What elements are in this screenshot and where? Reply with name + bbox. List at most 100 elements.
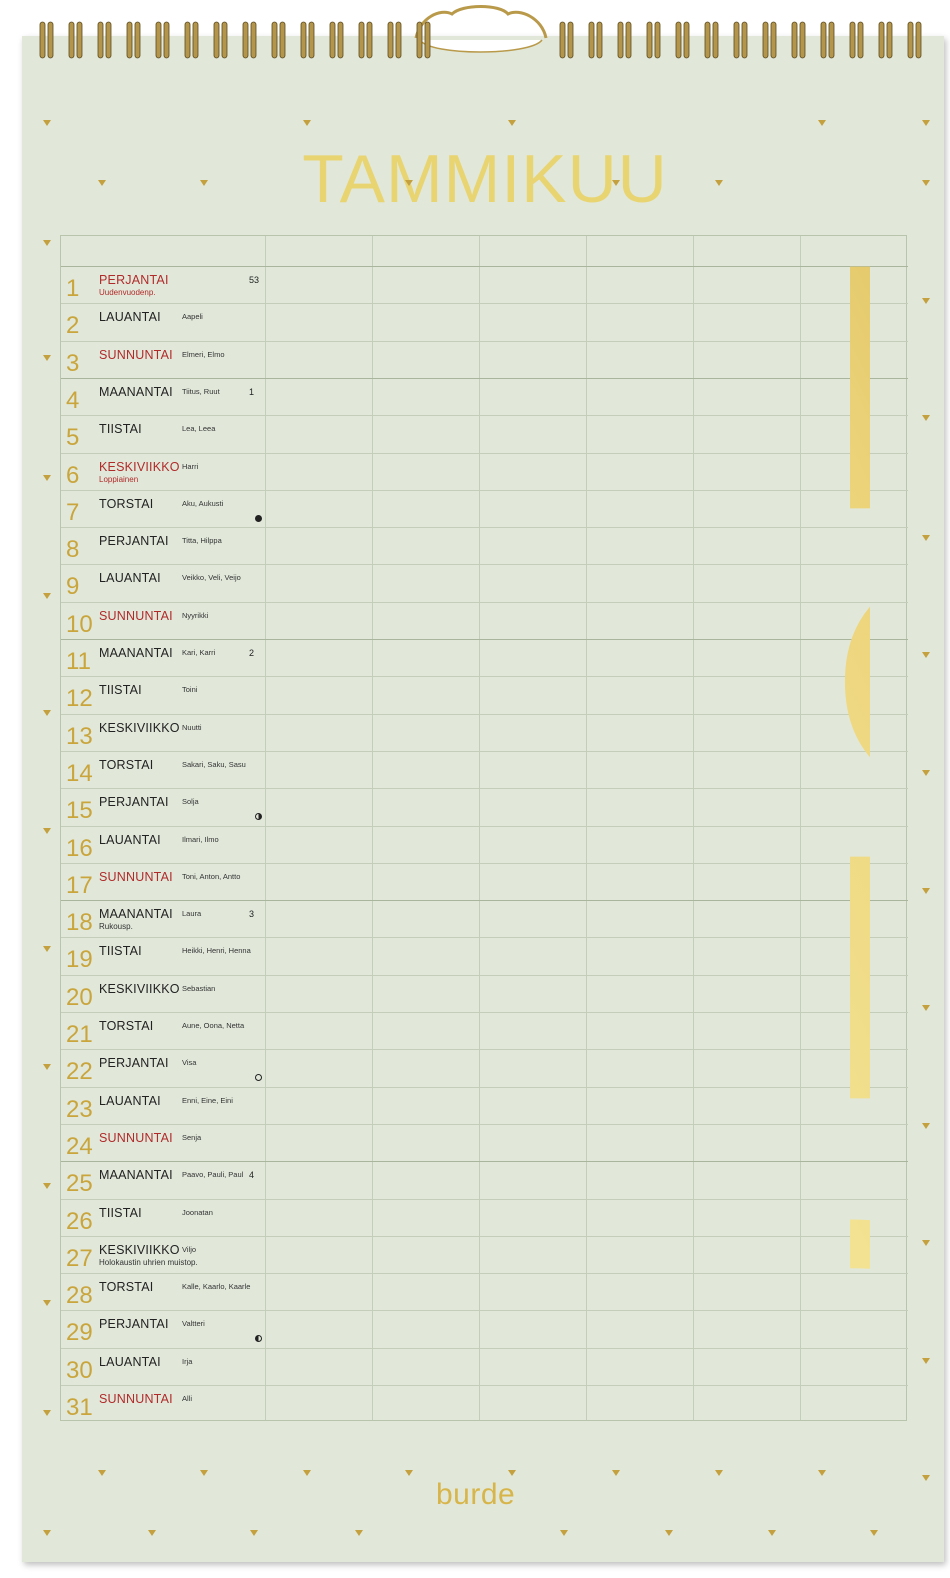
- weekday-label: KESKIVIIKKO: [99, 981, 180, 996]
- triangle-marker: [870, 1530, 878, 1536]
- triangle-marker: [560, 1530, 568, 1536]
- week-number: 4: [249, 1170, 255, 1181]
- name-day-label: Nyyrikki: [182, 610, 209, 620]
- weekday-label: TORSTAI: [99, 757, 154, 772]
- week-number: 2: [249, 648, 255, 658]
- weekday-label: LAUANTAI: [99, 571, 161, 586]
- name-day-label: Viljo: [182, 1244, 197, 1254]
- week-number: 3: [249, 909, 255, 920]
- weekday-label: PERJANTAI: [99, 534, 169, 549]
- day-row: 7 TORSTAI Aku, Aukusti: [61, 489, 908, 527]
- day-number: 4: [66, 386, 80, 414]
- weekday-label: KESKIVIIKKO: [99, 720, 180, 735]
- weekday-label: LAUANTAI: [99, 310, 161, 325]
- weekday-label: SUNNUNTAI: [99, 608, 173, 623]
- weekday-label: PERJANTAI: [99, 273, 169, 287]
- weekday-label: LAUANTAI: [99, 1093, 161, 1108]
- triangle-marker: [922, 1358, 930, 1364]
- triangle-marker: [43, 1183, 51, 1189]
- weekday-label: TORSTAI: [99, 496, 154, 511]
- triangle-marker: [148, 1530, 156, 1536]
- triangle-marker: [405, 180, 413, 186]
- day-row: 5 TIISTAI Lea, Leea: [61, 415, 908, 452]
- day-row: 31 SUNNUNTAI Alli: [61, 1385, 908, 1422]
- day-row: 6 KESKIVIIKKO Loppiainen Harri: [61, 452, 908, 490]
- triangle-marker: [922, 535, 930, 541]
- triangle-marker: [508, 1470, 516, 1476]
- day-number: 3: [66, 349, 80, 377]
- day-number: 29: [66, 1319, 93, 1347]
- triangle-marker: [922, 415, 930, 421]
- day-number: 22: [66, 1058, 93, 1086]
- calendar-grid: 1 PERJANTAI Uudenvuodenp. 53 2 LAUANTAI Aapeli…: [60, 235, 908, 1422]
- day-row: 10 SUNNUNTAI Nyyrikki: [61, 601, 908, 639]
- day-row: 22 PERJANTAI Visa: [61, 1049, 908, 1086]
- weekday-label: MAANANTAI: [99, 907, 173, 922]
- triangle-marker: [43, 475, 51, 481]
- triangle-marker: [200, 1470, 208, 1476]
- name-day-label: Kari, Karri: [182, 648, 216, 657]
- name-day-label: Harri: [182, 461, 199, 471]
- day-number: 16: [66, 834, 93, 862]
- triangle-marker: [355, 1530, 363, 1536]
- day-row: 24 SUNNUNTAI Senja: [61, 1123, 908, 1161]
- day-row: 19 TIISTAI Heikki, Henri, Henna: [61, 937, 908, 974]
- day-number: 5: [66, 424, 80, 452]
- triangle-marker: [922, 888, 930, 894]
- triangle-marker: [43, 355, 51, 361]
- triangle-marker: [98, 1470, 106, 1476]
- triangle-marker: [43, 828, 51, 834]
- triangle-marker: [43, 240, 51, 246]
- triangle-marker: [818, 120, 826, 126]
- triangle-marker: [612, 180, 620, 186]
- day-number: 13: [66, 722, 93, 750]
- day-row: 3 SUNNUNTAI Elmeri, Elmo: [61, 340, 908, 378]
- name-day-label: Irja: [182, 1356, 193, 1366]
- weekday-label: KESKIVIIKKO: [99, 459, 180, 474]
- day-row: 4 MAANANTAI Tiitus, Ruut 1: [61, 377, 908, 415]
- hanger-hook: [414, 5, 548, 53]
- day-number: 24: [66, 1132, 93, 1160]
- holiday-label: Loppiainen: [99, 474, 139, 484]
- day-number: 26: [66, 1207, 93, 1235]
- day-number: 20: [66, 983, 93, 1011]
- day-number: 10: [66, 610, 93, 638]
- weekday-label: SUNNUNTAI: [99, 1130, 173, 1145]
- holiday-label: Uudenvuodenp.: [99, 288, 156, 297]
- triangle-marker: [43, 1300, 51, 1306]
- triangle-marker: [715, 180, 723, 186]
- day-row: 1 PERJANTAI Uudenvuodenp. 53: [61, 266, 908, 303]
- day-row: 8 PERJANTAI Titta, Hilppa: [61, 527, 908, 564]
- day-row: 9 LAUANTAI Veikko, Veli, Veijo: [61, 564, 908, 601]
- day-number: 14: [66, 759, 93, 787]
- day-row: 2 LAUANTAI Aapeli: [61, 303, 908, 340]
- weekday-label: PERJANTAI: [99, 1056, 169, 1071]
- name-day-label: Paavo, Pauli, Paul: [182, 1170, 244, 1180]
- holiday-label: Holokaustin uhrien muistop.: [99, 1257, 198, 1267]
- triangle-marker: [922, 1475, 930, 1481]
- name-day-label: Aune, Oona, Netta: [182, 1021, 245, 1030]
- day-row: 29 PERJANTAI Valtteri: [61, 1310, 908, 1347]
- day-number: 25: [66, 1170, 93, 1198]
- triangle-marker: [922, 652, 930, 658]
- day-row: 27 KESKIVIIKKO Holokaustin uhrien muistop.…: [61, 1235, 908, 1273]
- day-row: 28 TORSTAI Kalle, Kaarlo, Kaarle: [61, 1273, 908, 1310]
- month-title: TAMMIKUU: [302, 141, 668, 217]
- name-day-label: Tiitus, Ruut: [182, 386, 220, 396]
- day-row: 17 SUNNUNTAI Toni, Anton, Antto: [61, 862, 908, 900]
- day-row: 20 KESKIVIIKKO Sebastian: [61, 974, 908, 1012]
- triangle-marker: [922, 120, 930, 126]
- triangle-marker: [665, 1530, 673, 1536]
- weekday-label: LAUANTAI: [99, 1354, 161, 1369]
- day-row: 25 MAANANTAI Paavo, Pauli, Paul 4: [61, 1161, 908, 1198]
- brand-logo: burde: [436, 1478, 516, 1511]
- day-number: 18: [66, 909, 93, 937]
- day-number: 9: [66, 573, 80, 601]
- weekday-label: SUNNUNTAI: [99, 1392, 173, 1406]
- weekday-label: MAANANTAI: [99, 1168, 173, 1183]
- weekday-label: MAANANTAI: [99, 646, 173, 660]
- triangle-marker: [303, 120, 311, 126]
- day-row: 18 MAANANTAI Rukousp. Laura 3: [61, 900, 908, 937]
- day-number: 19: [66, 946, 93, 974]
- day-row: 16 LAUANTAI Ilmari, Ilmo: [61, 825, 908, 863]
